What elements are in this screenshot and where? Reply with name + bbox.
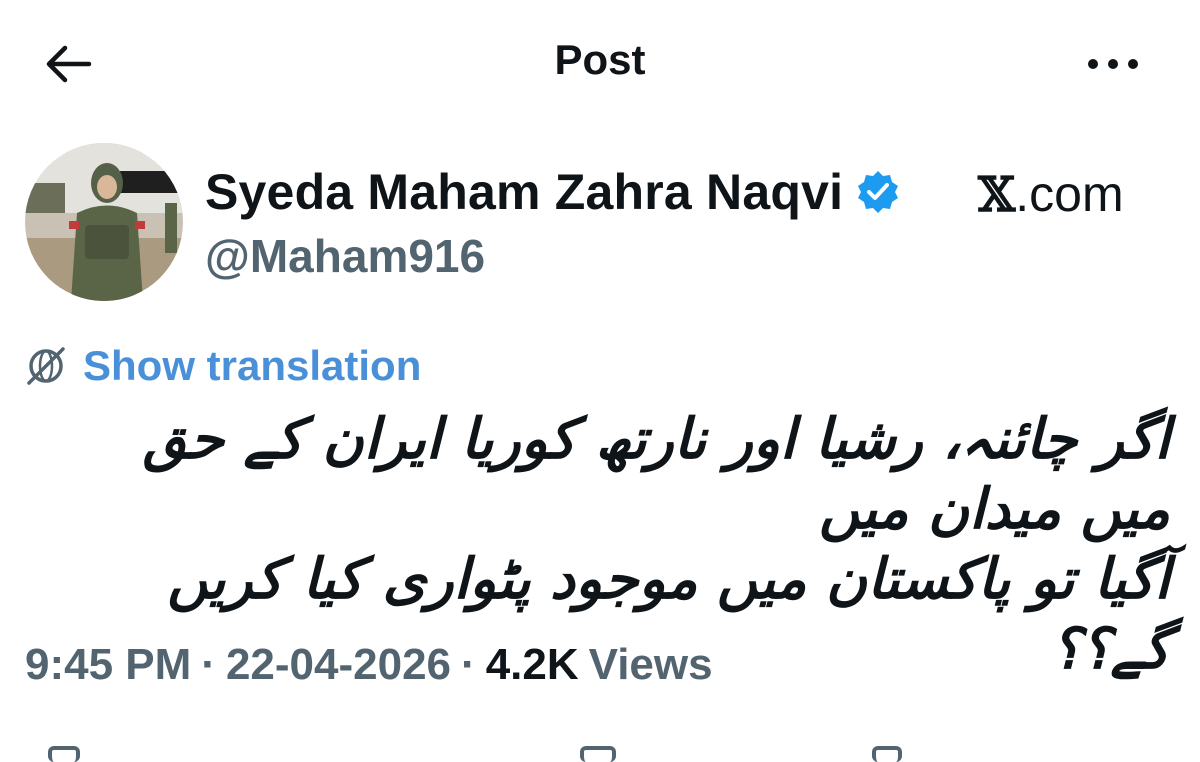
avatar-image [25,143,183,301]
meta-separator: · [201,640,216,689]
verified-badge-icon [855,169,901,215]
more-options-button[interactable] [1078,40,1148,88]
post-time[interactable]: 9:45 PM [25,640,191,690]
top-bar: Post [0,0,1200,125]
meta-separator: · [461,640,476,689]
x-logo-icon: 𝕏 [978,167,1016,223]
author-block: Syeda Maham Zahra Naqvi 𝕏.com @Maham916 [0,135,1200,305]
arrow-left-icon [46,45,92,83]
post-date[interactable]: 22-04-2026 [226,640,451,690]
avatar[interactable] [25,143,183,301]
more-horizontal-icon [1088,59,1138,69]
source-domain: .com [1015,166,1124,222]
source-watermark: 𝕏.com [978,165,1124,223]
views-count: 4.2K [485,640,579,689]
like-icon[interactable] [580,746,616,762]
back-button[interactable] [40,38,96,90]
views-label: Views [588,640,713,689]
post-meta: 9:45 PM · 22-04-2026 · 4.2K Views [25,640,713,690]
reply-icon[interactable] [48,746,80,762]
show-translation-label: Show translation [83,342,422,389]
display-name-row: Syeda Maham Zahra Naqvi [205,163,901,221]
show-translation-button[interactable]: Show translation [25,342,421,390]
post-text-line: اگر چائنہ، رشیا اور نارتھ کوریا ایران کے… [142,407,1170,542]
bookmark-icon[interactable] [872,746,902,762]
user-handle[interactable]: @Maham916 [205,229,485,283]
translate-globe-icon [25,345,67,387]
display-name[interactable]: Syeda Maham Zahra Naqvi [205,163,843,221]
page-title: Post [554,36,646,83]
